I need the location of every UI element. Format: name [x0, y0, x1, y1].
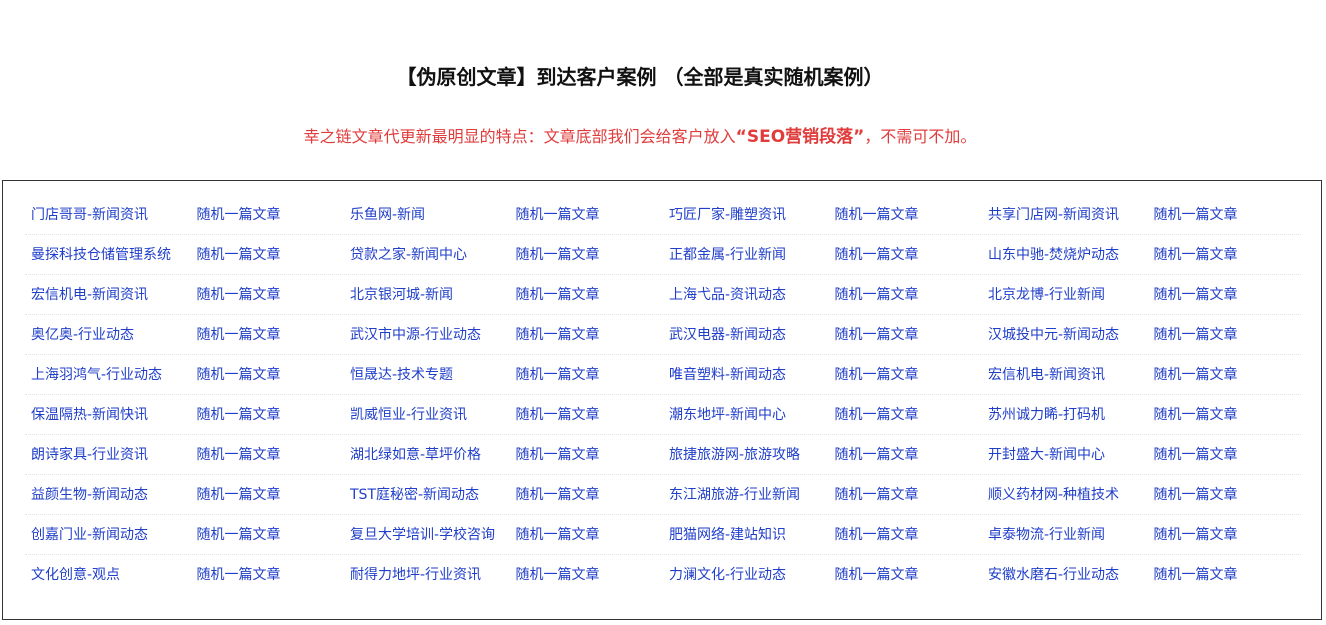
random-article-link[interactable]: 随机一篇文章 — [1153, 285, 1301, 305]
client-site-link[interactable]: 北京龙博-行业新闻 — [988, 285, 1153, 305]
client-site-link[interactable]: 潮东地坪-新闻中心 — [669, 405, 834, 425]
client-site-link[interactable]: 正都金属-行业新闻 — [669, 245, 834, 265]
random-article-link[interactable]: 随机一篇文章 — [196, 365, 344, 385]
random-article-link[interactable]: 随机一篇文章 — [515, 565, 663, 585]
random-article-link[interactable]: 随机一篇文章 — [834, 285, 982, 305]
client-site-link[interactable]: 武汉市中源-行业动态 — [350, 325, 515, 345]
random-article-link[interactable]: 随机一篇文章 — [196, 325, 344, 345]
random-article-link[interactable]: 随机一篇文章 — [515, 525, 663, 545]
random-article-link[interactable]: 随机一篇文章 — [515, 325, 663, 345]
random-article-link[interactable]: 随机一篇文章 — [1153, 325, 1301, 345]
client-site-link[interactable]: 复旦大学培训-学校咨询 — [350, 525, 515, 545]
random-article-link[interactable]: 随机一篇文章 — [834, 525, 982, 545]
random-article-link[interactable]: 随机一篇文章 — [196, 405, 344, 425]
random-article-link[interactable]: 随机一篇文章 — [834, 245, 982, 265]
case-grid: 门店哥哥-新闻资讯 随机一篇文章 乐鱼网-新闻 随机一篇文章 巧匠厂家-雕塑资讯 随机一篇… — [25, 195, 1301, 594]
random-article-link[interactable]: 随机一篇文章 — [196, 485, 344, 505]
case-row: 益颜生物-新闻动态 随机一篇文章 TST庭秘密-新闻动态 随机一篇文章 东江湖旅游-行业… — [25, 475, 1301, 515]
client-site-link[interactable]: 旅捷旅游网-旅游攻略 — [669, 445, 834, 465]
client-site-link[interactable]: 武汉电器-新闻动态 — [669, 325, 834, 345]
random-article-link[interactable]: 随机一篇文章 — [196, 285, 344, 305]
client-site-link[interactable]: 北京银河城-新闻 — [350, 285, 515, 305]
random-article-link[interactable]: 随机一篇文章 — [515, 405, 663, 425]
client-site-link[interactable]: 耐得力地坪-行业资讯 — [350, 565, 515, 585]
random-article-link[interactable]: 随机一篇文章 — [196, 445, 344, 465]
random-article-link[interactable]: 随机一篇文章 — [1153, 245, 1301, 265]
client-site-link[interactable]: 曼探科技仓储管理系统 — [31, 245, 196, 265]
random-article-link[interactable]: 随机一篇文章 — [1153, 405, 1301, 425]
case-row: 宏信机电-新闻资讯 随机一篇文章 北京银河城-新闻 随机一篇文章 上海弋品-资讯动态 随机… — [25, 275, 1301, 315]
case-row: 上海羽鸿气-行业动态 随机一篇文章 恒晟达-技术专题 随机一篇文章 唯音塑料-新闻动态随… — [25, 355, 1301, 395]
random-article-link[interactable]: 随机一篇文章 — [515, 245, 663, 265]
client-site-link[interactable]: TST庭秘密-新闻动态 — [350, 485, 515, 505]
random-article-link[interactable]: 随机一篇文章 — [1153, 205, 1301, 225]
client-site-link[interactable]: 朗诗家具-行业资讯 — [31, 445, 196, 465]
client-site-link[interactable]: 巧匠厂家-雕塑资讯 — [669, 205, 834, 225]
client-site-link[interactable]: 安徽水磨石-行业动态 — [988, 565, 1153, 585]
random-article-link[interactable]: 随机一篇文章 — [1153, 485, 1301, 505]
case-row: 门店哥哥-新闻资讯 随机一篇文章 乐鱼网-新闻 随机一篇文章 巧匠厂家-雕塑资讯 随机一篇… — [25, 195, 1301, 235]
random-article-link[interactable]: 随机一篇文章 — [834, 565, 982, 585]
random-article-link[interactable]: 随机一篇文章 — [1153, 525, 1301, 545]
subtitle-emphasis: “SEO营销段落” — [735, 127, 865, 147]
random-article-link[interactable]: 随机一篇文章 — [196, 565, 344, 585]
client-site-link[interactable]: 卓泰物流-行业新闻 — [988, 525, 1153, 545]
client-site-link[interactable]: 湖北绿如意-草坪价格 — [350, 445, 515, 465]
client-site-link[interactable]: 文化创意-观点 — [31, 565, 196, 585]
client-site-link[interactable]: 奥亿奥-行业动态 — [31, 325, 196, 345]
client-site-link[interactable]: 宏信机电-新闻资讯 — [988, 365, 1153, 385]
client-site-link[interactable]: 宏信机电-新闻资讯 — [31, 285, 196, 305]
client-site-link[interactable]: 上海羽鸿气-行业动态 — [31, 365, 196, 385]
page-title: 【伪原创文章】到达客户案例 （全部是真实随机案例） — [396, 65, 884, 89]
random-article-link[interactable]: 随机一篇文章 — [834, 365, 982, 385]
client-site-link[interactable]: 唯音塑料-新闻动态 — [669, 365, 834, 385]
subtitle-suffix: ，不需可不加。 — [864, 127, 977, 146]
random-article-link[interactable]: 随机一篇文章 — [834, 205, 982, 225]
client-site-link[interactable]: 创嘉门业-新闻动态 — [31, 525, 196, 545]
case-list-panel: 门店哥哥-新闻资讯 随机一篇文章 乐鱼网-新闻 随机一篇文章 巧匠厂家-雕塑资讯 随机一篇… — [2, 180, 1322, 620]
client-site-link[interactable]: 门店哥哥-新闻资讯 — [31, 205, 196, 225]
client-site-link[interactable]: 苏州诚力睎-打码机 — [988, 405, 1153, 425]
client-site-link[interactable]: 山东中驰-焚烧炉动态 — [988, 245, 1153, 265]
client-site-link[interactable]: 保温隔热-新闻快讯 — [31, 405, 196, 425]
random-article-link[interactable]: 随机一篇文章 — [1153, 445, 1301, 465]
case-row: 创嘉门业-新闻动态 随机一篇文章 复旦大学培训-学校咨询 随机一篇文章 肥猫网络-建站知… — [25, 515, 1301, 555]
client-site-link[interactable]: 顺义药材网-种植技术 — [988, 485, 1153, 505]
client-site-link[interactable]: 恒晟达-技术专题 — [350, 365, 515, 385]
case-row: 奥亿奥-行业动态 随机一篇文章 武汉市中源-行业动态 随机一篇文章 武汉电器-新闻动态随… — [25, 315, 1301, 355]
subtitle-text: 幸之链文章代更新最明显的特点：文章底部我们会给客户放入 — [303, 127, 736, 146]
random-article-link[interactable]: 随机一篇文章 — [196, 205, 344, 225]
random-article-link[interactable]: 随机一篇文章 — [196, 525, 344, 545]
random-article-link[interactable]: 随机一篇文章 — [515, 365, 663, 385]
client-site-link[interactable]: 凯威恒业-行业资讯 — [350, 405, 515, 425]
case-row: 文化创意-观点 随机一篇文章 耐得力地坪-行业资讯 随机一篇文章 力澜文化-行业动态 随机… — [25, 555, 1301, 594]
random-article-link[interactable]: 随机一篇文章 — [834, 445, 982, 465]
page-subtitle: 幸之链文章代更新最明显的特点：文章底部我们会给客户放入“SEO营销段落”，不需可… — [0, 124, 1280, 150]
random-article-link[interactable]: 随机一篇文章 — [834, 325, 982, 345]
random-article-link[interactable]: 随机一篇文章 — [515, 445, 663, 465]
random-article-link[interactable]: 随机一篇文章 — [834, 485, 982, 505]
client-site-link[interactable]: 东江湖旅游-行业新闻 — [669, 485, 834, 505]
client-site-link[interactable]: 乐鱼网-新闻 — [350, 205, 515, 225]
random-article-link[interactable]: 随机一篇文章 — [515, 485, 663, 505]
random-article-link[interactable]: 随机一篇文章 — [515, 285, 663, 305]
case-row: 朗诗家具-行业资讯 随机一篇文章 湖北绿如意-草坪价格 随机一篇文章 旅捷旅游网-旅游攻… — [25, 435, 1301, 475]
random-article-link[interactable]: 随机一篇文章 — [515, 205, 663, 225]
client-site-link[interactable]: 共享门店网-新闻资讯 — [988, 205, 1153, 225]
client-site-link[interactable]: 上海弋品-资讯动态 — [669, 285, 834, 305]
client-site-link[interactable]: 力澜文化-行业动态 — [669, 565, 834, 585]
client-site-link[interactable]: 开封盛大-新闻中心 — [988, 445, 1153, 465]
client-site-link[interactable]: 汉城投中元-新闻动态 — [988, 325, 1153, 345]
random-article-link[interactable]: 随机一篇文章 — [1153, 365, 1301, 385]
client-site-link[interactable]: 贷款之家-新闻中心 — [350, 245, 515, 265]
random-article-link[interactable]: 随机一篇文章 — [1153, 565, 1301, 585]
client-site-link[interactable]: 益颜生物-新闻动态 — [31, 485, 196, 505]
random-article-link[interactable]: 随机一篇文章 — [196, 245, 344, 265]
client-site-link[interactable]: 肥猫网络-建站知识 — [669, 525, 834, 545]
case-row: 保温隔热-新闻快讯 随机一篇文章 凯威恒业-行业资讯 随机一篇文章 潮东地坪-新闻中心随… — [25, 395, 1301, 435]
random-article-link[interactable]: 随机一篇文章 — [834, 405, 982, 425]
case-row: 曼探科技仓储管理系统 随机一篇文章 贷款之家-新闻中心 随机一篇文章 正都金属-行业新闻… — [25, 235, 1301, 275]
